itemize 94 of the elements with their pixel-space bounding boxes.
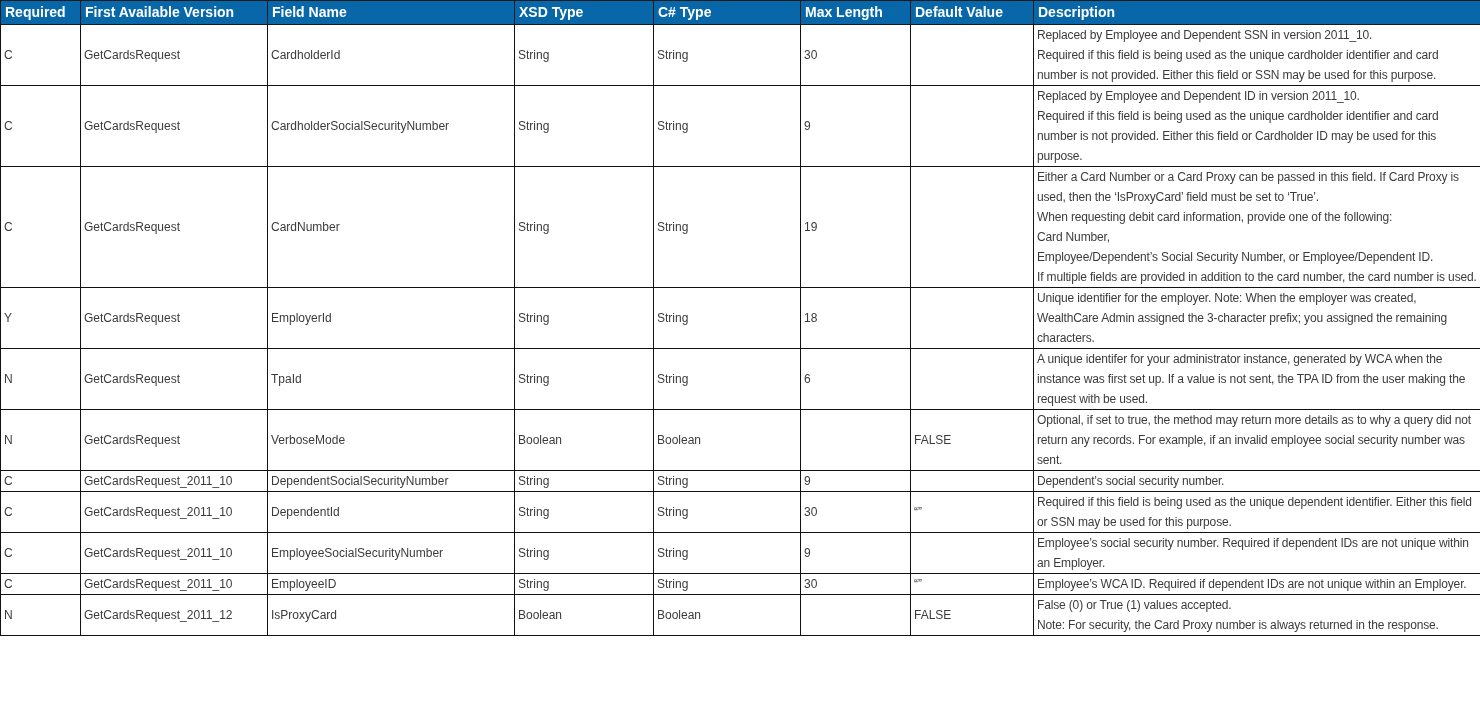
table-cell: 30 [800, 491, 911, 533]
table-cell: 30 [800, 573, 911, 595]
table-cell: String [653, 287, 801, 349]
table-cell: C [0, 24, 81, 86]
table-cell: C [0, 470, 81, 492]
table-cell: String [653, 470, 801, 492]
table-cell: String [514, 287, 654, 349]
table-cell: String [514, 24, 654, 86]
table-cell: GetCardsRequest [80, 166, 268, 288]
table-cell: String [514, 166, 654, 288]
table-cell: 30 [800, 24, 911, 86]
description-text: Replaced by Employee and Dependent SSN in version 2011_10. [1037, 27, 1374, 44]
description-text: Required if this field is being used as the unique cardholder identifier and card number is not provided. Either this field or Cardholder ID may be used for this purpose. [1037, 108, 1440, 165]
table-cell: N [0, 409, 81, 471]
table-cell: IsProxyCard [267, 594, 515, 636]
table-cell: String [653, 166, 801, 288]
description-text: Either a Card Number or a Card Proxy can be passed in this field. If Card Proxy is used, then the ‘IsProxyCard’ field must be set to ‘True’. [1037, 169, 1460, 206]
table-cell: C [0, 85, 81, 167]
description-text: Note: For security, the Card Proxy number is always returned in the response. [1037, 617, 1440, 634]
description-text: A unique identifer for your administrator instance, generated by WCA when the instance was first set up. If a value is not sent, the TPA ID from the user making the request with be used. [1037, 351, 1467, 408]
description-text: Required if this field is being used as the unique dependent identifier. Either this field or SSN may be used for this purpose. [1037, 494, 1473, 531]
column-header: C# Type [653, 0, 801, 25]
table-cell: String [653, 85, 801, 167]
table-cell: Y [0, 287, 81, 349]
table-cell: C [0, 166, 81, 288]
table-cell: String [653, 24, 801, 86]
description-text: Unique identifier for the employer. Note: When the employer was created, WealthCare Admin assigned the 3-character prefix; you assigned the remaining characters. [1037, 290, 1448, 347]
table-cell: C [0, 491, 81, 533]
table-cell: String [514, 348, 654, 410]
description-text: Required if this field is being used as the unique cardholder identifier and card number is not provided. Either this field or SSN may be used for this purpose. [1037, 47, 1440, 84]
table-cell: DependentId [267, 491, 515, 533]
table-cell: String [514, 532, 654, 574]
table-cell: C [0, 573, 81, 595]
table-cell: String [653, 532, 801, 574]
description-text: Optional, if set to true, the method may return more details as to why a query did not return any records. For example, if an invalid employee social security number was sent. [1037, 412, 1472, 469]
table-cell: String [514, 470, 654, 492]
table-cell: GetCardsRequest [80, 348, 268, 410]
table-cell: TpaId [267, 348, 515, 410]
description-text: Employee’s social security number. Required if dependent IDs are not unique within an Employer. [1037, 535, 1470, 572]
table-cell: GetCardsRequest [80, 85, 268, 167]
description-text: If multiple fields are provided in addition to the card number, the card number is used. [1037, 269, 1477, 286]
table-cell: 9 [800, 532, 911, 574]
table-cell: 18 [800, 287, 911, 349]
table-cell: 9 [800, 470, 911, 492]
table-cell: GetCardsRequest_2011_10 [80, 470, 268, 492]
table-cell: EmployeeSocialSecurityNumber [267, 532, 515, 574]
table-cell: N [0, 594, 81, 636]
table-cell: DependentSocialSecurityNumber [267, 470, 515, 492]
table-cell: Boolean [653, 409, 801, 471]
table-cell: N [0, 348, 81, 410]
column-header: Field Name [267, 0, 515, 25]
table-cell: GetCardsRequest_2011_10 [80, 573, 268, 595]
table-cell: FALSE [910, 594, 1034, 636]
description-text: Employee’s WCA ID. Required if dependent IDs are not unique within an Employer. [1037, 576, 1468, 593]
column-header: First Available Version [80, 0, 268, 25]
table-cell: String [514, 491, 654, 533]
table-cell: C [0, 532, 81, 574]
table-cell: String [514, 573, 654, 595]
description-text: Card Number, [1037, 229, 1111, 246]
table-cell: CardholderId [267, 24, 515, 86]
table-cell: 19 [800, 166, 911, 288]
table-cell: 6 [800, 348, 911, 410]
table-cell: EmployeeID [267, 573, 515, 595]
column-header: Default Value [910, 0, 1034, 25]
table-cell: GetCardsRequest_2011_12 [80, 594, 268, 636]
table-cell: FALSE [910, 409, 1034, 471]
table-cell: VerboseMode [267, 409, 515, 471]
column-header: Description [1033, 0, 1480, 25]
table-cell: EmployerId [267, 287, 515, 349]
description-text: Dependent’s social security number. [1037, 473, 1226, 490]
table-cell: GetCardsRequest_2011_10 [80, 532, 268, 574]
table-cell: GetCardsRequest [80, 287, 268, 349]
table-cell: “” [910, 573, 1034, 595]
table-cell: “” [910, 491, 1034, 533]
description-text: When requesting debit card information, provide one of the following: [1037, 209, 1394, 226]
table-cell: String [653, 348, 801, 410]
table-cell: String [514, 85, 654, 167]
description-text: Replaced by Employee and Dependent ID in version 2011_10. [1037, 88, 1361, 105]
column-header: Required [0, 0, 81, 25]
description-text: False (0) or True (1) values accepted. [1037, 597, 1233, 614]
description-text: Employee/Dependent’s Social Security Number, or Employee/Dependent ID. [1037, 249, 1435, 266]
table-cell: String [653, 573, 801, 595]
table-cell: CardholderSocialSecurityNumber [267, 85, 515, 167]
column-header: Max Length [800, 0, 911, 25]
table-cell: GetCardsRequest_2011_10 [80, 491, 268, 533]
table-cell: Boolean [653, 594, 801, 636]
table-cell: 9 [800, 85, 911, 167]
table-cell: GetCardsRequest [80, 409, 268, 471]
table-cell: Boolean [514, 594, 654, 636]
column-header: XSD Type [514, 0, 654, 25]
table-cell: String [653, 491, 801, 533]
table-cell: CardNumber [267, 166, 515, 288]
table-cell: GetCardsRequest [80, 24, 268, 86]
table-cell: Boolean [514, 409, 654, 471]
